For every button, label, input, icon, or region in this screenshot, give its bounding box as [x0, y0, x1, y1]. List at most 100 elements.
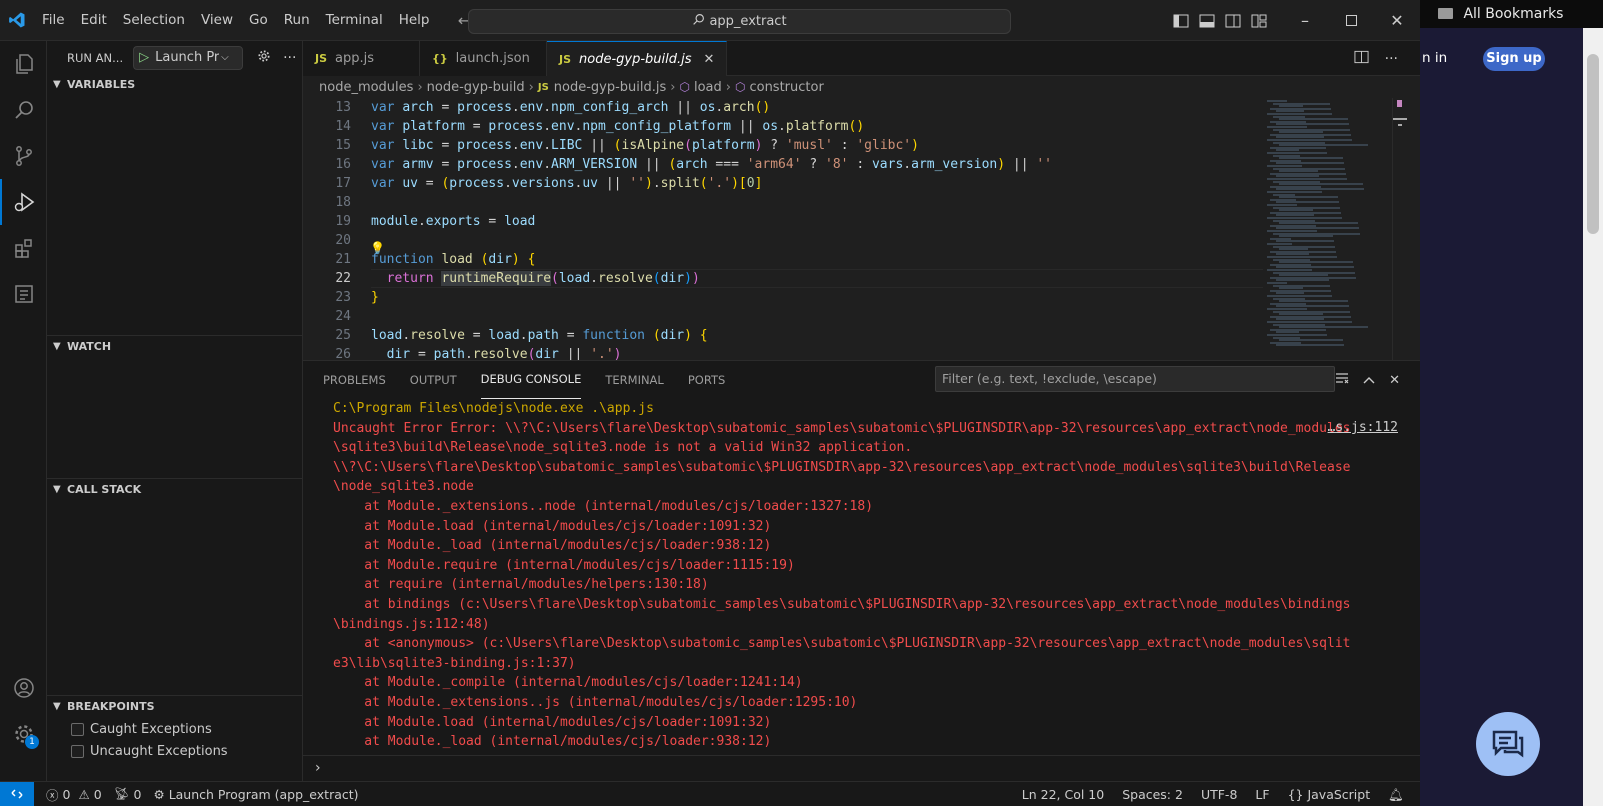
breadcrumb-item[interactable]: node_modules [319, 80, 413, 95]
sign-up-button[interactable]: Sign up [1483, 47, 1545, 71]
tab-output[interactable]: OUTPUT [410, 361, 457, 399]
chat-support-button[interactable] [1476, 712, 1540, 776]
menu-help[interactable]: Help [391, 0, 438, 41]
manage-gear-icon[interactable]: 1 [0, 711, 47, 757]
play-icon[interactable]: ▷ [139, 50, 149, 65]
maximize-panel-icon[interactable] [1363, 373, 1375, 388]
tab-problems[interactable]: PROBLEMS [323, 361, 386, 399]
accounts-icon[interactable] [0, 665, 47, 711]
encoding[interactable]: UTF-8 [1201, 787, 1237, 802]
launch-config-select[interactable]: ▷ Launch Program ⌵ [133, 45, 244, 70]
sign-in-link[interactable]: n in [1422, 50, 1447, 66]
customize-layout-icon[interactable] [1246, 14, 1272, 28]
source-control-icon[interactable] [0, 133, 47, 179]
watch-header[interactable]: ▼ WATCH [47, 336, 303, 358]
menu-run[interactable]: Run [276, 0, 318, 41]
vscode-window: File Edit Selection View Go Run Terminal… [0, 0, 1420, 806]
clear-console-icon[interactable] [1335, 372, 1349, 388]
console-line: \\?\C:\Users\flare\Desktop\subatomic_sam… [333, 459, 1351, 475]
breadcrumb-item[interactable]: constructor [749, 80, 823, 95]
breadcrumb: node_modules › node-gyp-build › JS node-… [303, 76, 1420, 98]
minimize-icon[interactable]: – [1282, 0, 1328, 41]
split-editor-icon[interactable] [1354, 50, 1369, 68]
close-panel-icon[interactable]: ✕ [1389, 373, 1400, 388]
search-view-icon[interactable] [0, 87, 47, 133]
tab-launch-json[interactable]: {} launch.json [420, 41, 547, 76]
run-and-debug-icon[interactable] [0, 179, 47, 225]
notifications-bell-icon[interactable]: 🔔︎ [1388, 787, 1404, 803]
code-editor[interactable]: 13 14 15 16 17 18 19 20 21 22 23 24 25 2… [303, 98, 1420, 360]
console-filter-input[interactable]: Filter (e.g. text, !exclude, \escape) [935, 366, 1335, 392]
chevron-down-icon: ▼ [53, 701, 61, 712]
browser-window: All Bookmarks n in Sign up [1420, 0, 1603, 806]
ports-status[interactable]: 📡︎ 0 [114, 786, 142, 802]
browser-scrollbar[interactable] [1583, 28, 1603, 806]
close-tab-icon[interactable]: ✕ [704, 52, 715, 67]
toggle-primary-sidebar-icon[interactable] [1168, 14, 1194, 28]
menu-file[interactable]: File [34, 0, 73, 41]
checkbox[interactable] [71, 722, 84, 736]
problems-status[interactable]: ⓧ 0 ⚠ 0 [46, 785, 102, 804]
tab-debug-console[interactable]: DEBUG CONSOLE [480, 361, 582, 399]
site-header: n in Sign up [1420, 28, 1583, 88]
extensions-icon[interactable] [0, 225, 47, 271]
debug-launch-status[interactable]: ⚙︎ Launch Program (app_extract) [153, 787, 358, 802]
cursor-position[interactable]: Ln 22, Col 10 [1022, 787, 1104, 802]
checkbox[interactable] [71, 744, 84, 758]
maximize-icon[interactable] [1328, 0, 1374, 41]
breadcrumb-item[interactable]: node-gyp-build [427, 80, 525, 95]
menu-go[interactable]: Go [241, 0, 276, 41]
broadcast-icon: 📡︎ [113, 786, 130, 801]
source-link[interactable]: …s.js:112 [1328, 420, 1398, 435]
call-stack-section: ▼ CALL STACK [47, 478, 303, 501]
console-repl-input[interactable]: › [303, 755, 1420, 782]
run-debug-sidebar: RUN AN... ▷ Launch Program ⌵ ··· ▼ VARIA… [47, 41, 303, 781]
chevron-right-icon: › [528, 79, 534, 95]
testing-icon[interactable] [0, 271, 47, 317]
call-stack-header[interactable]: ▼ CALL STACK [47, 479, 303, 501]
breakpoint-caught-exceptions[interactable]: Caught Exceptions [47, 718, 303, 740]
error-icon: ⓧ [46, 787, 59, 803]
editor-scrollbar[interactable] [1392, 98, 1407, 360]
more-actions-icon[interactable]: ··· [1385, 51, 1398, 67]
breakpoint-uncaught-exceptions[interactable]: Uncaught Exceptions [47, 740, 303, 762]
breakpoint-label: Uncaught Exceptions [90, 743, 228, 759]
code-line: return runtimeRequire(load.resolve(dir)) [386, 271, 700, 286]
command-center[interactable]: app_extract [468, 9, 1011, 34]
scroll-thumb[interactable] [1587, 54, 1599, 234]
tab-ports[interactable]: PORTS [688, 361, 725, 399]
toggle-panel-icon[interactable] [1194, 14, 1220, 28]
toggle-secondary-sidebar-icon[interactable] [1220, 14, 1246, 28]
open-launch-json-gear-icon[interactable] [257, 49, 271, 66]
menu-edit[interactable]: Edit [73, 0, 115, 41]
remote-indicator-icon[interactable] [0, 781, 34, 806]
line-number: 26 [335, 347, 351, 360]
line-ending[interactable]: LF [1255, 787, 1269, 802]
explorer-icon[interactable] [0, 41, 47, 87]
menu-selection[interactable]: Selection [115, 0, 193, 41]
language-mode[interactable]: {} JavaScript [1288, 787, 1371, 802]
chevron-down-icon: ▼ [53, 484, 61, 495]
code-lines: var arch = process.env.npm_config_arch |… [371, 98, 1371, 360]
status-bar: ⓧ 0 ⚠ 0 📡︎ 0 ⚙︎ Launch Program (app_extr… [0, 781, 1420, 806]
menu-view[interactable]: View [193, 0, 241, 41]
breadcrumb-item[interactable]: node-gyp-build.js [554, 80, 667, 95]
title-bar-controls: – ✕ [1168, 0, 1420, 41]
debug-console-output[interactable]: …s.js:112 C:\Program Files\nodejs\node.e… [303, 399, 1420, 755]
variables-header[interactable]: ▼ VARIABLES [47, 74, 303, 96]
minimap[interactable] [1263, 98, 1383, 360]
more-actions-icon[interactable]: ··· [283, 50, 296, 66]
all-bookmarks-link[interactable]: All Bookmarks [1463, 6, 1563, 22]
close-window-icon[interactable]: ✕ [1374, 0, 1420, 41]
console-line: \bindings.js:112:48) [333, 616, 490, 632]
tab-terminal[interactable]: TERMINAL [605, 361, 663, 399]
breadcrumb-item[interactable]: load [694, 80, 722, 95]
status-bar-right: Ln 22, Col 10 Spaces: 2 UTF-8 LF {} Java… [1022, 782, 1404, 806]
tab-app-js[interactable]: JS app.js [303, 41, 420, 76]
tab-node-gyp-build-js[interactable]: JS node-gyp-build.js ✕ [547, 41, 728, 76]
indentation[interactable]: Spaces: 2 [1122, 787, 1183, 802]
chevron-right-icon: › [315, 760, 321, 776]
breakpoints-header[interactable]: ▼ BREAKPOINTS [47, 696, 303, 718]
menu-terminal[interactable]: Terminal [318, 0, 391, 41]
